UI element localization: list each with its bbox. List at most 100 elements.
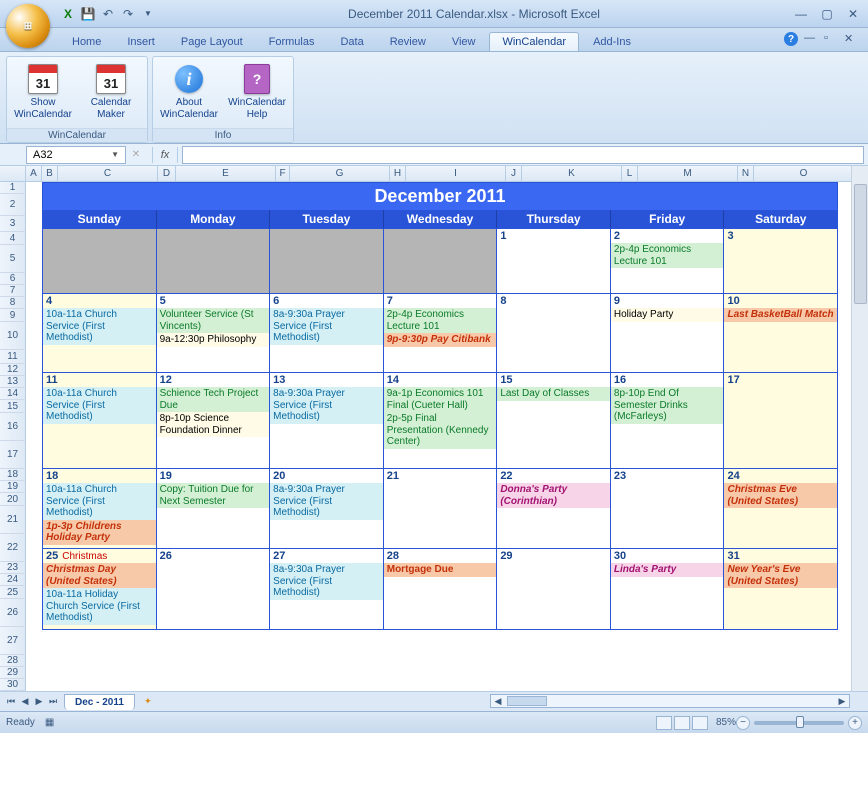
calendar-event[interactable]: Mortgage Due xyxy=(384,563,497,577)
row-header[interactable]: 24 xyxy=(0,574,26,586)
calendar-day[interactable]: 1110a-11a Church Service (First Methodis… xyxy=(43,373,157,468)
tab-home[interactable]: Home xyxy=(60,33,113,51)
tab-nav-next-icon[interactable]: ▶ xyxy=(32,695,46,709)
row-header[interactable]: 19 xyxy=(0,481,26,493)
calendar-day[interactable]: 31 New Year's Eve (United States) xyxy=(724,549,837,629)
office-button[interactable]: ⊞ xyxy=(6,4,50,48)
calendar-day[interactable]: 22p-4p Economics Lecture 101 xyxy=(611,229,725,293)
row-header[interactable]: 22 xyxy=(0,534,26,562)
calendar-day[interactable]: 138a-9:30a Prayer Service (First Methodi… xyxy=(270,373,384,468)
row-header[interactable]: 11 xyxy=(0,350,26,364)
column-header[interactable]: O xyxy=(754,166,854,181)
calendar-day[interactable]: 25Christmas Christmas Day (United States… xyxy=(43,549,157,629)
calendar-event[interactable]: 2p-5p Final Presentation (Kennedy Center… xyxy=(384,412,497,449)
row-header[interactable]: 12 xyxy=(0,364,26,376)
calendar-event[interactable]: 10a-11a Church Service (First Methodist) xyxy=(43,387,156,424)
calendar-event[interactable]: Linda's Party xyxy=(611,563,724,577)
calendar-day[interactable]: 23 xyxy=(611,469,725,548)
cancel-icon[interactable]: ✕ xyxy=(126,149,146,160)
calendar-event[interactable]: 1p-3p Childrens Holiday Party xyxy=(43,520,156,545)
row-header[interactable]: 28 xyxy=(0,655,26,667)
column-header[interactable]: M xyxy=(638,166,738,181)
row-header[interactable]: 2 xyxy=(0,194,26,216)
calendar-day[interactable]: 1 xyxy=(497,229,611,293)
wincalendar-help-button[interactable]: ? WinCalendar Help xyxy=(227,61,287,124)
calendar-day[interactable]: 21 xyxy=(384,469,498,548)
calendar-day[interactable] xyxy=(270,229,384,293)
calendar-event[interactable]: 8a-9:30a Prayer Service (First Methodist… xyxy=(270,563,383,600)
row-header[interactable]: 13 xyxy=(0,376,26,388)
undo-icon[interactable]: ↶ xyxy=(100,6,116,22)
qat-dropdown-icon[interactable]: ▼ xyxy=(140,6,156,22)
calendar-event[interactable]: Volunteer Service (St Vincents) xyxy=(157,308,270,333)
column-header[interactable]: D xyxy=(158,166,176,181)
calendar-day[interactable]: 22 Donna's Party (Corinthian) xyxy=(497,469,611,548)
tab-data[interactable]: Data xyxy=(328,33,375,51)
window-restore-icon[interactable]: ▫ xyxy=(824,32,838,46)
calendar-day[interactable]: 29 xyxy=(497,549,611,629)
tab-wincalendar[interactable]: WinCalendar xyxy=(489,32,579,51)
row-header[interactable]: 27 xyxy=(0,627,26,655)
tab-nav-first-icon[interactable]: ⏮ xyxy=(4,695,18,709)
column-header[interactable]: B xyxy=(42,166,58,181)
calendar-day[interactable] xyxy=(384,229,498,293)
calendar-day[interactable]: 17 xyxy=(724,373,837,468)
close-button[interactable]: ✕ xyxy=(844,7,862,21)
dropdown-icon[interactable]: ▼ xyxy=(111,150,119,159)
tab-add-ins[interactable]: Add-Ins xyxy=(581,33,643,51)
calendar-day[interactable]: 278a-9:30a Prayer Service (First Methodi… xyxy=(270,549,384,629)
calendar-day[interactable]: 26 xyxy=(157,549,271,629)
calendar-event[interactable]: 8a-9:30a Prayer Service (First Methodist… xyxy=(270,308,383,345)
calendar-event[interactable]: Last BasketBall Match xyxy=(724,308,837,322)
calendar-event[interactable]: New Year's Eve (United States) xyxy=(724,563,837,588)
row-header[interactable]: 17 xyxy=(0,441,26,469)
column-header[interactable]: K xyxy=(522,166,622,181)
row-header[interactable]: 10 xyxy=(0,322,26,350)
zoom-slider[interactable] xyxy=(754,721,844,725)
row-header[interactable]: 16 xyxy=(0,413,26,441)
row-header[interactable]: 25 xyxy=(0,586,26,599)
calendar-day[interactable]: 30 Linda's Party xyxy=(611,549,725,629)
calendar-event[interactable]: 10a-11a Holiday Church Service (First Me… xyxy=(43,588,156,625)
column-header[interactable]: G xyxy=(290,166,390,181)
scroll-right-icon[interactable]: ▶ xyxy=(835,694,849,708)
column-header[interactable]: A xyxy=(26,166,42,181)
zoom-in-button[interactable]: + xyxy=(848,716,862,730)
tab-page-layout[interactable]: Page Layout xyxy=(169,33,255,51)
column-header[interactable]: N xyxy=(738,166,754,181)
calendar-day[interactable] xyxy=(43,229,157,293)
fx-label[interactable]: fx xyxy=(152,147,178,163)
calendar-day[interactable]: 28Mortgage Due xyxy=(384,549,498,629)
calendar-event[interactable]: Christmas Day (United States) xyxy=(43,563,156,588)
tab-view[interactable]: View xyxy=(440,33,488,51)
calendar-day[interactable]: 8 xyxy=(497,294,611,372)
window-close-icon[interactable]: ✕ xyxy=(844,32,858,46)
calendar-event[interactable]: 8p-10p End Of Semester Drinks (McFarleys… xyxy=(611,387,724,424)
macro-icon[interactable]: ▦ xyxy=(45,717,54,728)
calendar-day[interactable]: 168p-10p End Of Semester Drinks (McFarle… xyxy=(611,373,725,468)
calendar-day[interactable]: 12 Schience Tech Project Due8p-10p Scien… xyxy=(157,373,271,468)
calendar-event[interactable]: Christmas Eve (United States) xyxy=(724,483,837,508)
redo-icon[interactable]: ↷ xyxy=(120,6,136,22)
calendar-event[interactable]: Last Day of Classes xyxy=(497,387,610,401)
tab-nav-last-icon[interactable]: ⏭ xyxy=(46,695,60,709)
zoom-out-button[interactable]: − xyxy=(736,716,750,730)
window-minimize-icon[interactable]: — xyxy=(804,32,818,46)
maximize-button[interactable]: ▢ xyxy=(818,7,836,21)
calendar-day[interactable]: 410a-11a Church Service (First Methodist… xyxy=(43,294,157,372)
row-header[interactable]: 30 xyxy=(0,679,26,691)
row-header[interactable]: 15 xyxy=(0,400,26,413)
calendar-event[interactable]: Copy: Tuition Due for Next Semester xyxy=(157,483,270,508)
save-icon[interactable]: 💾 xyxy=(80,6,96,22)
normal-view-button[interactable] xyxy=(656,716,672,730)
calendar-event[interactable]: Donna's Party (Corinthian) xyxy=(497,483,610,508)
row-header[interactable]: 21 xyxy=(0,506,26,534)
calendar-day[interactable]: 24 Christmas Eve (United States) xyxy=(724,469,837,548)
scroll-left-icon[interactable]: ◀ xyxy=(491,694,505,708)
formula-bar[interactable] xyxy=(182,146,864,164)
calendar-day[interactable]: 1810a-11a Church Service (First Methodis… xyxy=(43,469,157,548)
row-header[interactable]: 23 xyxy=(0,562,26,574)
row-header[interactable]: 3 xyxy=(0,216,26,232)
tab-nav-prev-icon[interactable]: ◀ xyxy=(18,695,32,709)
column-header[interactable]: J xyxy=(506,166,522,181)
